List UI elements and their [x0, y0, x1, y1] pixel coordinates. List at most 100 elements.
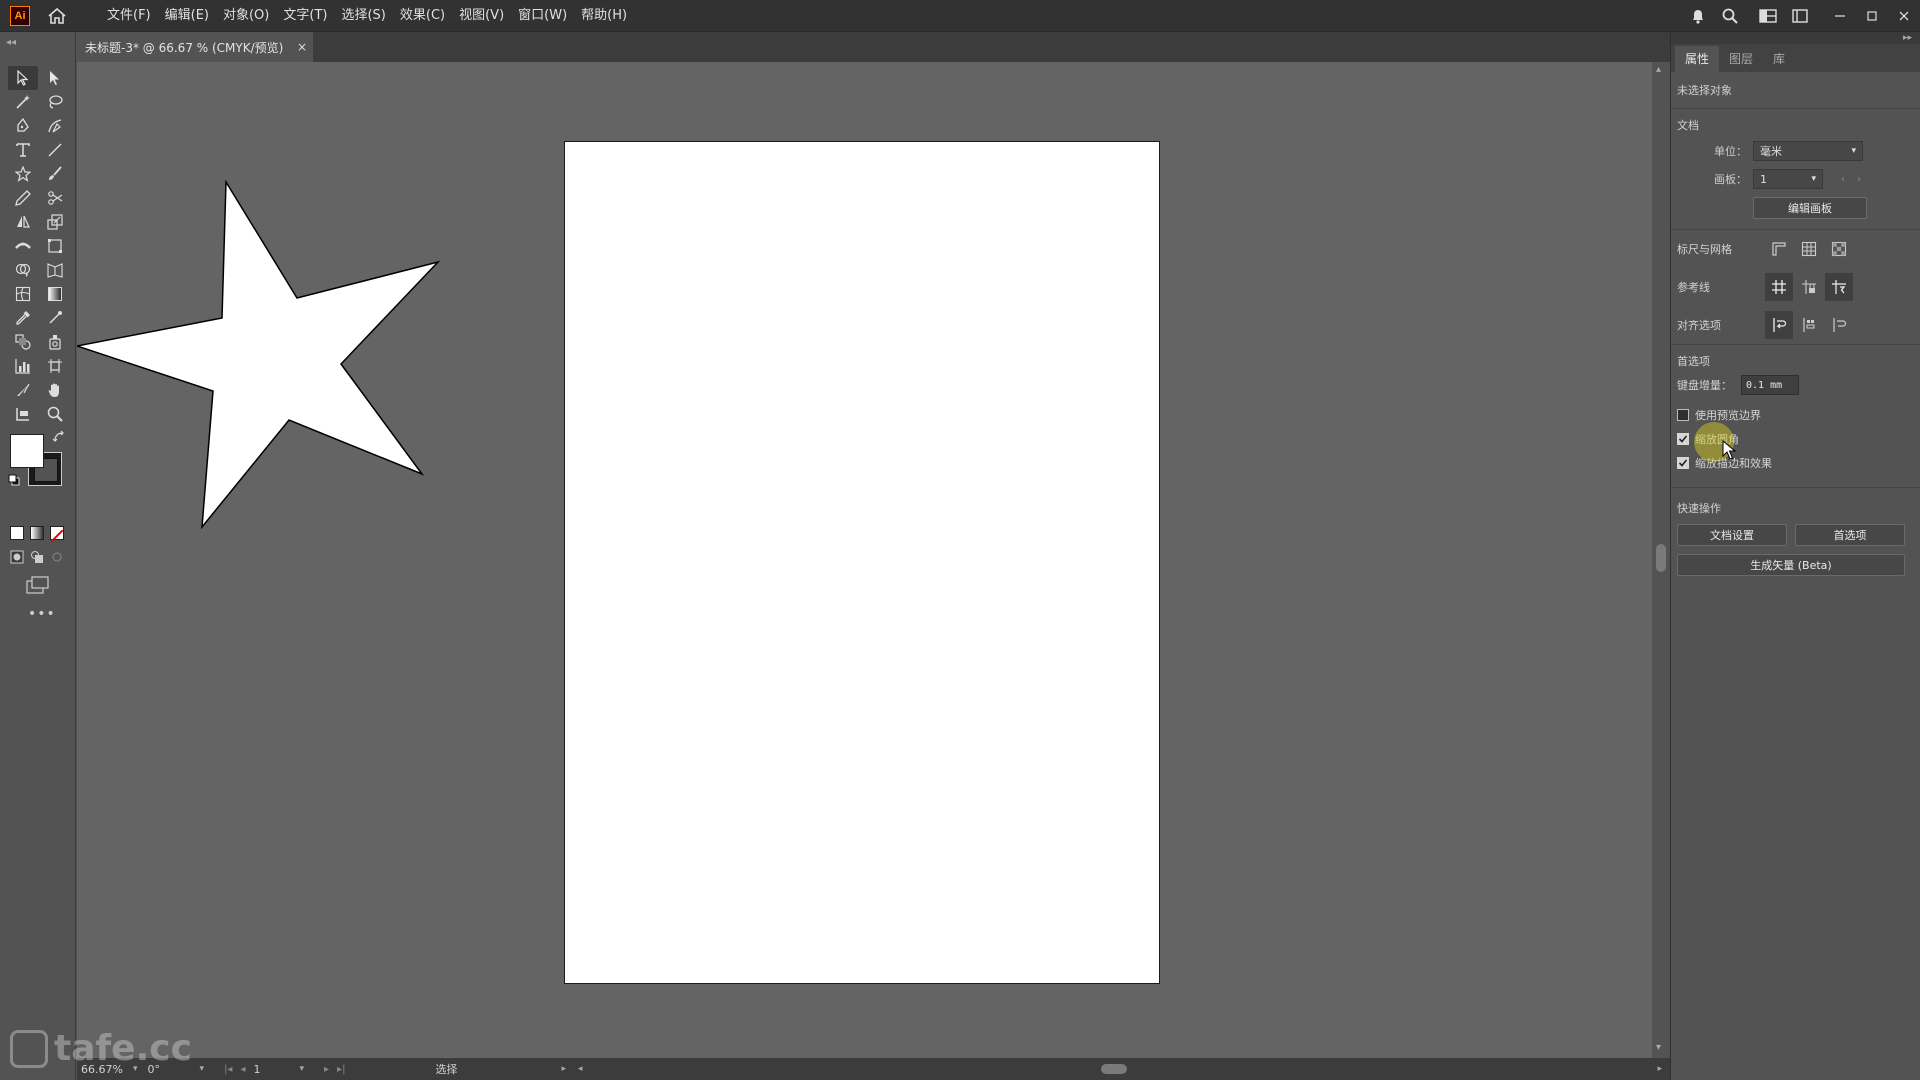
- scroll-left-icon[interactable]: ◂: [578, 1064, 583, 1074]
- tools-collapse-icon[interactable]: ◂◂: [0, 32, 75, 52]
- color-mode-icon[interactable]: [10, 526, 24, 540]
- horizontal-scroll-thumb[interactable]: [1101, 1064, 1127, 1074]
- free-transform-tool-icon[interactable]: [40, 234, 70, 258]
- menu-select[interactable]: 选择(S): [334, 0, 392, 32]
- transparency-grid-icon[interactable]: [1825, 235, 1853, 263]
- snap-to-point-icon[interactable]: [1765, 311, 1793, 339]
- scale-corners-row[interactable]: 缩放圆角: [1677, 431, 1914, 447]
- smart-guides-icon[interactable]: [1825, 273, 1853, 301]
- menu-object[interactable]: 对象(O): [216, 0, 276, 32]
- line-segment-tool-icon[interactable]: [40, 138, 70, 162]
- document-setup-button[interactable]: 文档设置: [1677, 524, 1787, 546]
- next-artboard-icon[interactable]: ▸: [324, 1064, 329, 1075]
- previous-artboard-icon[interactable]: ◂: [240, 1064, 245, 1075]
- lasso-tool-icon[interactable]: [40, 90, 70, 114]
- type-tool-icon[interactable]: [8, 138, 38, 162]
- artboard-select[interactable]: 1 ▾: [1753, 169, 1823, 189]
- search-icon[interactable]: [1714, 0, 1746, 32]
- zoom-tool-icon[interactable]: [40, 402, 70, 426]
- curvature-tool-icon[interactable]: [40, 114, 70, 138]
- selection-tool-icon[interactable]: [8, 66, 38, 90]
- pencil-tool-icon[interactable]: [8, 186, 38, 210]
- paintbrush-tool-icon[interactable]: [40, 162, 70, 186]
- blend-tool-icon[interactable]: [8, 330, 38, 354]
- menu-help[interactable]: 帮助(H): [574, 0, 634, 32]
- document-tab[interactable]: 未标题-3* @ 66.67 % (CMYK/预览) ×: [77, 32, 313, 62]
- preferences-button[interactable]: 首选项: [1795, 524, 1905, 546]
- status-menu-icon[interactable]: ▸: [561, 1064, 566, 1074]
- perspective-grid-tool-icon[interactable]: [40, 258, 70, 282]
- width-tool-icon[interactable]: [8, 234, 38, 258]
- close-icon[interactable]: [1888, 0, 1920, 32]
- star-tool-icon[interactable]: [8, 162, 38, 186]
- keyboard-increment-input[interactable]: 0.1 mm: [1741, 375, 1799, 395]
- menu-edit[interactable]: 编辑(E): [158, 0, 216, 32]
- bell-icon[interactable]: [1682, 0, 1714, 32]
- scroll-up-icon[interactable]: ▴: [1656, 64, 1661, 75]
- rotate-view-tool-icon[interactable]: [8, 402, 38, 426]
- symbol-sprayer-tool-icon[interactable]: [40, 330, 70, 354]
- panel-collapse-icon[interactable]: ▸▸: [1671, 32, 1920, 44]
- units-select[interactable]: 毫米 ▾: [1753, 141, 1863, 161]
- tab-close-icon[interactable]: ×: [297, 40, 307, 54]
- slice-tool-icon[interactable]: [8, 378, 38, 402]
- angle-dropdown-icon[interactable]: ▾: [200, 1064, 205, 1074]
- draw-inside-icon[interactable]: [50, 550, 64, 564]
- previous-artboard-arrow-icon[interactable]: ‹: [1841, 174, 1845, 185]
- canvas[interactable]: [77, 62, 1652, 1058]
- use-preview-bounds-row[interactable]: 使用预览边界: [1677, 407, 1914, 423]
- fill-swatch[interactable]: [10, 434, 44, 468]
- snap-to-pixel-icon[interactable]: [1795, 311, 1823, 339]
- show-guides-icon[interactable]: [1765, 273, 1793, 301]
- none-mode-icon[interactable]: [50, 526, 64, 543]
- scale-strokes-effects-checkbox[interactable]: [1677, 457, 1689, 469]
- grid-icon[interactable]: [1795, 235, 1823, 263]
- last-artboard-icon[interactable]: ▸|: [337, 1064, 345, 1075]
- maximize-icon[interactable]: [1856, 0, 1888, 32]
- vertical-scroll-thumb[interactable]: [1656, 544, 1666, 572]
- artboard[interactable]: [564, 141, 1160, 984]
- generate-vectors-button[interactable]: 生成矢量 (Beta): [1677, 554, 1905, 576]
- gradient-tool-icon[interactable]: [40, 282, 70, 306]
- scale-corners-checkbox[interactable]: [1677, 433, 1689, 445]
- draw-behind-icon[interactable]: [30, 550, 44, 564]
- tab-properties[interactable]: 属性: [1675, 46, 1720, 72]
- menu-type[interactable]: 文字(T): [276, 0, 334, 32]
- menu-window[interactable]: 窗口(W): [511, 0, 574, 32]
- direct-selection-tool-icon[interactable]: [40, 66, 70, 90]
- home-icon[interactable]: [42, 1, 72, 31]
- workspace-icon[interactable]: [1752, 0, 1784, 32]
- swap-fill-stroke-icon[interactable]: [52, 430, 66, 444]
- hand-tool-icon[interactable]: [40, 378, 70, 402]
- scroll-right-icon[interactable]: ▸: [1657, 1064, 1662, 1074]
- first-artboard-icon[interactable]: |◂: [224, 1064, 232, 1075]
- more-tools-icon[interactable]: •••: [28, 606, 56, 622]
- menu-effect[interactable]: 效果(C): [393, 0, 452, 32]
- arrange-documents-icon[interactable]: [1784, 0, 1816, 32]
- shape-builder-tool-icon[interactable]: [8, 258, 38, 282]
- menu-file[interactable]: 文件(F): [100, 0, 158, 32]
- menu-view[interactable]: 视图(V): [452, 0, 511, 32]
- artboard-tool-icon[interactable]: [40, 354, 70, 378]
- eyedropper-tool-icon[interactable]: [8, 306, 38, 330]
- scale-tool-icon[interactable]: [40, 210, 70, 234]
- column-graph-tool-icon[interactable]: [8, 354, 38, 378]
- draw-normal-icon[interactable]: [10, 550, 24, 564]
- vertical-scrollbar[interactable]: ▴ ▾: [1652, 62, 1670, 1058]
- mesh-tool-icon[interactable]: [8, 282, 38, 306]
- edit-artboards-button[interactable]: 编辑画板: [1753, 197, 1867, 219]
- gradient-mode-icon[interactable]: [30, 526, 44, 540]
- reflect-tool-icon[interactable]: [8, 210, 38, 234]
- rulers-icon[interactable]: [1765, 235, 1793, 263]
- tab-libraries[interactable]: 库: [1763, 46, 1795, 72]
- next-artboard-arrow-icon[interactable]: ›: [1857, 174, 1861, 185]
- magic-wand-tool-icon[interactable]: [8, 90, 38, 114]
- screen-mode-icon[interactable]: [26, 576, 50, 594]
- lock-guides-icon[interactable]: [1795, 273, 1823, 301]
- scroll-down-icon[interactable]: ▾: [1656, 1042, 1661, 1053]
- use-preview-bounds-checkbox[interactable]: [1677, 409, 1689, 421]
- minimize-icon[interactable]: [1824, 0, 1856, 32]
- star-path[interactable]: [77, 179, 441, 530]
- star-shape[interactable]: [77, 62, 577, 562]
- scissors-tool-icon[interactable]: [40, 186, 70, 210]
